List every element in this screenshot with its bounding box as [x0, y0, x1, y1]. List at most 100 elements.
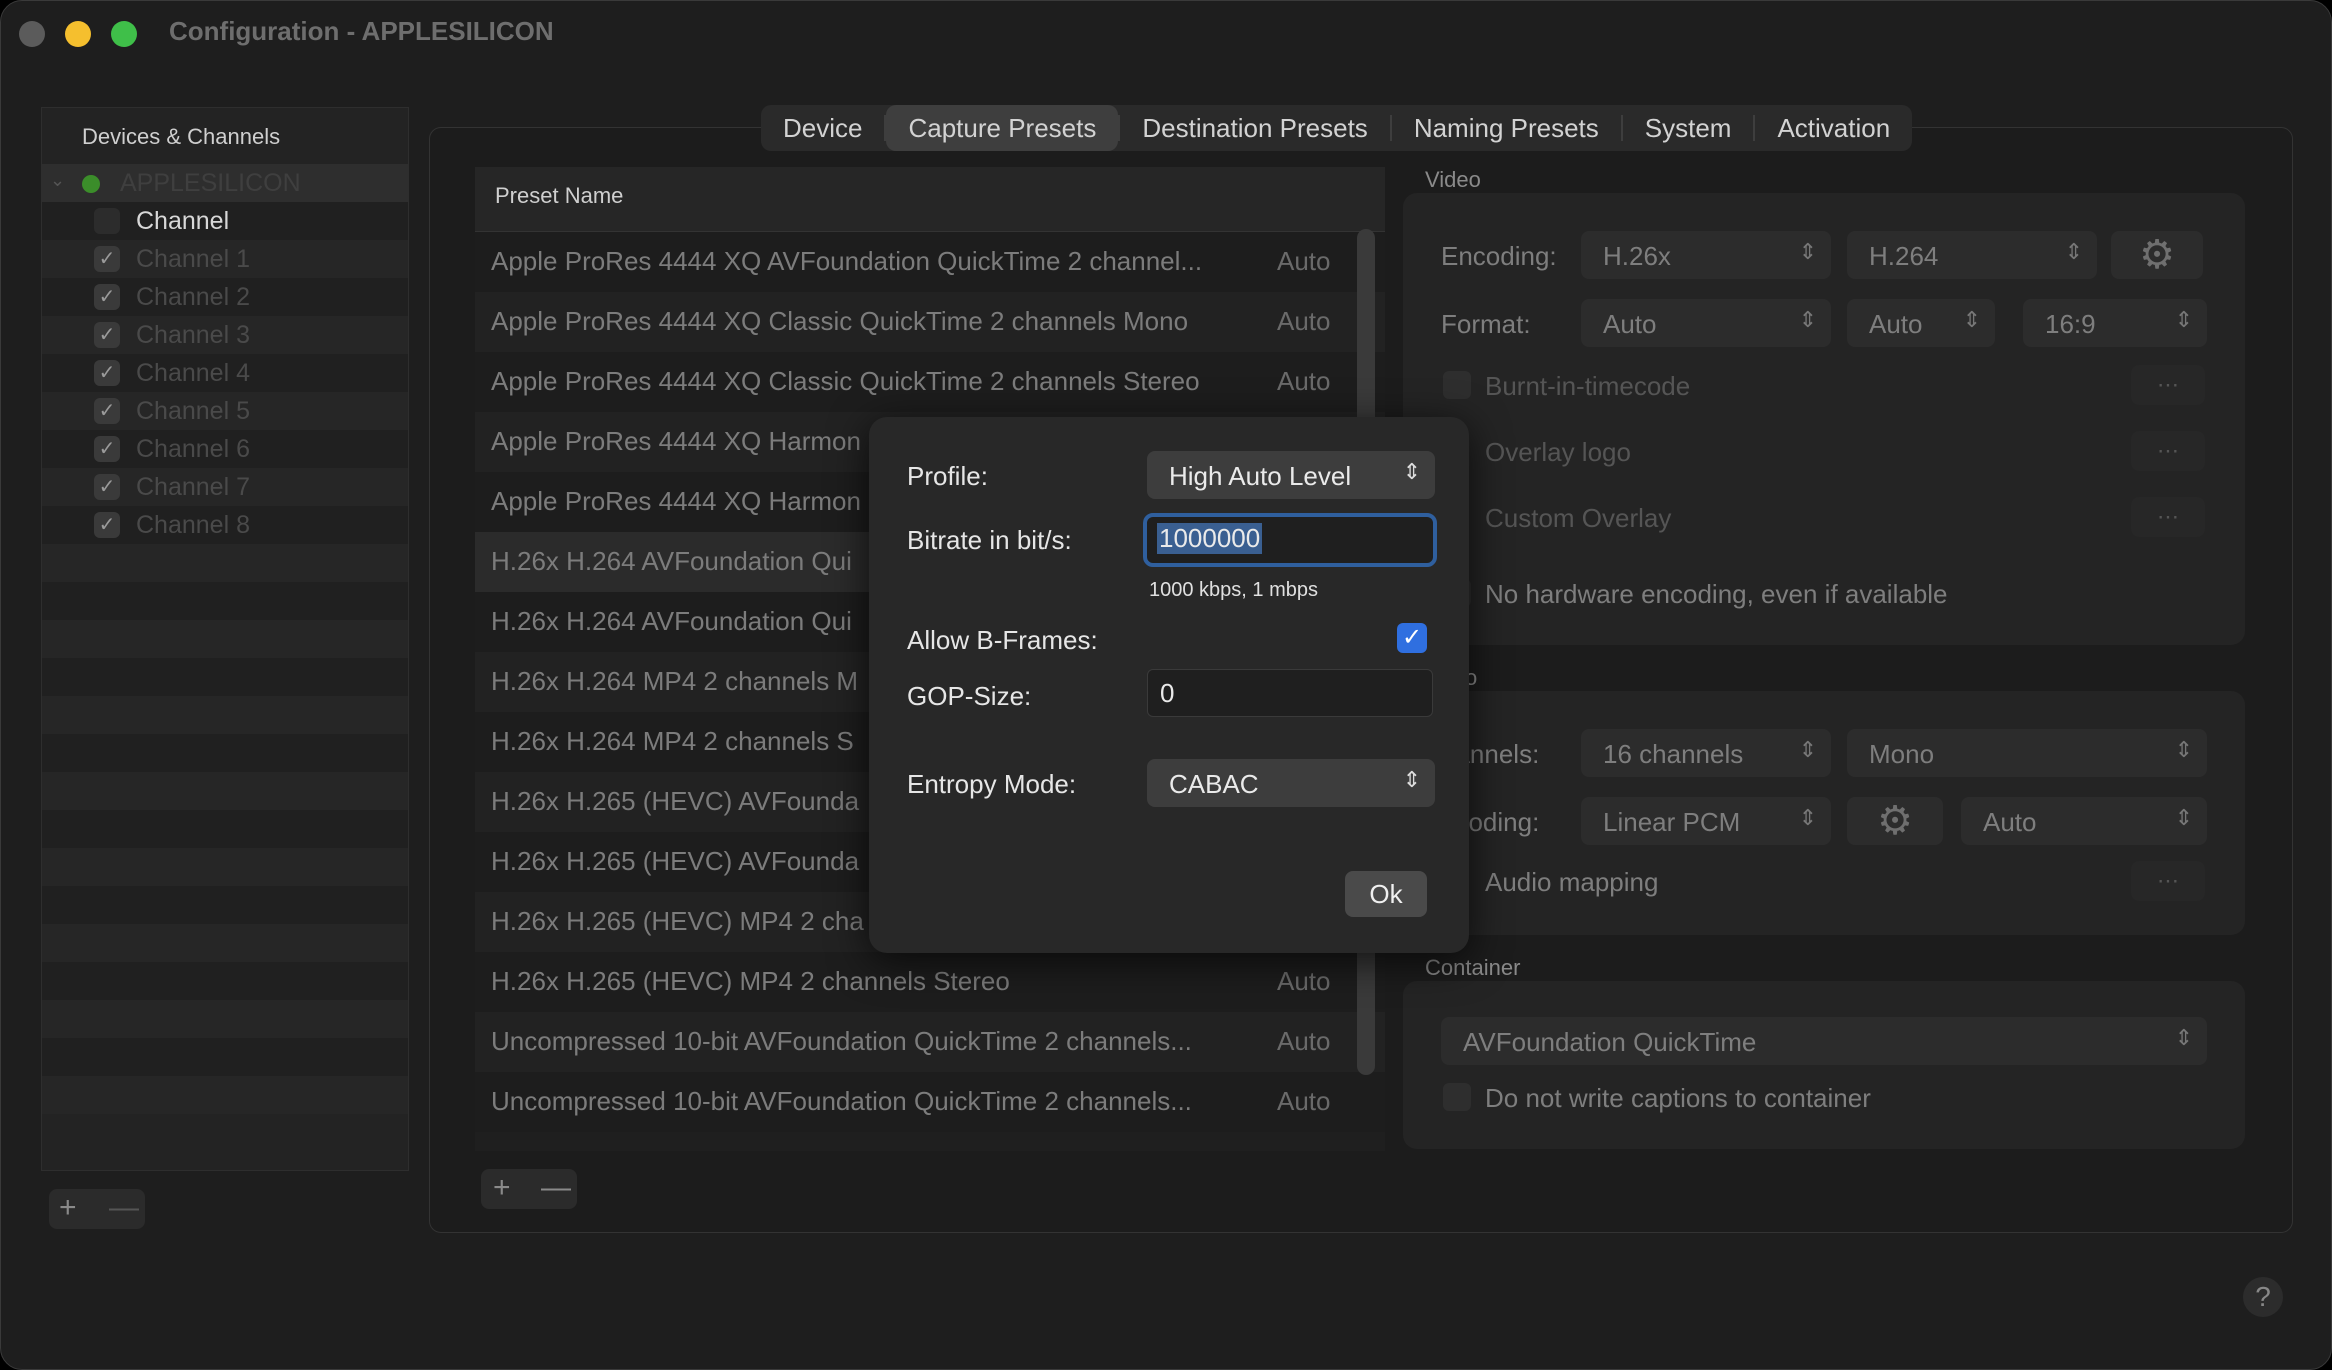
checkmark-icon[interactable]: ✓ [94, 322, 120, 348]
video-encoding-label: Encoding: [1441, 241, 1557, 271]
sidebar-empty-row [42, 1076, 408, 1114]
audio-encoding-select[interactable]: Linear PCM ⇕ [1581, 797, 1831, 845]
bitrate-input[interactable]: 1000000 [1143, 513, 1437, 567]
sidebar-item-device[interactable]: ⌄ APPLESILICON [42, 164, 408, 202]
table-row[interactable]: Apple ProRes 4444 XQ Classic QuickTime 2… [475, 292, 1385, 352]
gop-input[interactable]: 0 [1147, 669, 1433, 717]
more-icon[interactable]: ⋯ [2131, 497, 2205, 537]
tab-capture-presets[interactable]: Capture Presets [886, 105, 1119, 151]
sidebar-empty-row [42, 544, 408, 582]
container-group [1403, 981, 2245, 1149]
tab-activation[interactable]: Activation [1755, 105, 1912, 151]
table-row[interactable]: H.26x H.265 (HEVC) MP4 2 channels Stereo… [475, 952, 1385, 1012]
chevron-updown-icon: ⇕ [1798, 307, 1817, 332]
sidebar-item-channel-8[interactable]: ✓ Channel 8 [42, 506, 408, 544]
sidebar-item-channel[interactable]: Channel [42, 202, 408, 240]
channel-checkbox[interactable] [94, 208, 120, 234]
bitrate-label: Bitrate in bit/s: [907, 525, 1072, 555]
checkmark-icon[interactable]: ✓ [94, 474, 120, 500]
checkmark-icon[interactable]: ✓ [1397, 623, 1427, 653]
checkmark-icon[interactable]: ✓ [94, 360, 120, 386]
sidebar-item-channel-4[interactable]: ✓ Channel 4 [42, 354, 408, 392]
tab-destination-presets[interactable]: Destination Presets [1120, 105, 1389, 151]
sidebar-item-channel-5[interactable]: ✓ Channel 5 [42, 392, 408, 430]
chevron-updown-icon: ⇕ [1962, 307, 1981, 332]
checkmark-icon[interactable]: ✓ [94, 398, 120, 424]
table-row[interactable]: Apple ProRes 4444 XQ Classic QuickTime 2… [475, 352, 1385, 412]
sidebar-empty-row [42, 696, 408, 734]
tab-naming-presets[interactable]: Naming Presets [1392, 105, 1621, 151]
sidebar-item-channel-7[interactable]: ✓ Channel 7 [42, 468, 408, 506]
preset-name: Uncompressed 10-bit AVFoundation QuickTi… [491, 1086, 1192, 1116]
preset-value: Auto [1277, 306, 1331, 336]
no-hw-label: No hardware encoding, even if available [1485, 579, 1948, 609]
chevron-updown-icon: ⇕ [1402, 767, 1421, 792]
sidebar-add-remove: + — [49, 1189, 145, 1229]
help-button[interactable]: ? [2243, 1277, 2283, 1317]
no-captions-checkbox[interactable] [1443, 1083, 1471, 1111]
video-format2-select[interactable]: Auto ⇕ [1847, 299, 1995, 347]
preset-name: H.26x H.264 AVFoundation Qui [491, 606, 852, 636]
profile-select[interactable]: High Auto Level ⇕ [1147, 451, 1435, 499]
preset-name: H.26x H.265 (HEVC) MP4 2 cha [491, 906, 864, 936]
add-preset-button[interactable]: + [493, 1171, 511, 1205]
add-channel-button[interactable]: + [59, 1191, 77, 1225]
burnt-in-checkbox[interactable] [1443, 371, 1471, 399]
sidebar-item-channel-3[interactable]: ✓ Channel 3 [42, 316, 408, 354]
preset-name: Uncompressed 10-bit AVFoundation QuickTi… [491, 1026, 1192, 1056]
entropy-select[interactable]: CABAC ⇕ [1147, 759, 1435, 807]
chevron-down-icon[interactable]: ⌄ [50, 170, 65, 191]
gear-icon[interactable]: ⚙ [1847, 797, 1943, 845]
profile-label: Profile: [907, 461, 988, 491]
remove-preset-button[interactable]: — [541, 1171, 571, 1205]
tab-device[interactable]: Device [761, 105, 884, 151]
tab-system[interactable]: System [1623, 105, 1754, 151]
audio-mode-select[interactable]: Mono ⇕ [1847, 729, 2207, 777]
checkmark-icon[interactable]: ✓ [94, 246, 120, 272]
checkmark-icon[interactable]: ✓ [94, 512, 120, 538]
preset-value: Auto [1277, 1026, 1331, 1056]
more-icon[interactable]: ⋯ [2131, 365, 2205, 405]
sidebar-item-channel-1[interactable]: ✓ Channel 1 [42, 240, 408, 278]
checkmark-icon[interactable]: ✓ [94, 436, 120, 462]
gear-icon[interactable]: ⚙ [2111, 231, 2203, 279]
audio-rate-select[interactable]: Auto ⇕ [1961, 797, 2207, 845]
custom-overlay-label: Custom Overlay [1485, 503, 1672, 533]
table-header[interactable]: Preset Name [475, 167, 1385, 232]
video-format-select[interactable]: Auto ⇕ [1581, 299, 1831, 347]
sidebar-item-label: Channel 6 [136, 435, 250, 463]
minimize-button[interactable] [65, 21, 91, 47]
more-icon[interactable]: ⋯ [2131, 431, 2205, 471]
container-section-label: Container [1425, 955, 1521, 980]
preset-name: Apple ProRes 4444 XQ Classic QuickTime 2… [491, 306, 1189, 336]
preset-name: Apple ProRes 4444 XQ Harmon [491, 426, 861, 456]
preset-name: H.26x H.265 (HEVC) AVFounda [491, 786, 860, 816]
ok-button[interactable]: Ok [1345, 871, 1427, 917]
checkmark-icon[interactable]: ✓ [94, 284, 120, 310]
no-captions-label: Do not write captions to container [1485, 1083, 1871, 1113]
preset-value: Auto [1277, 1086, 1331, 1116]
preset-name: H.26x H.264 MP4 2 channels S [491, 726, 854, 756]
sidebar-empty-row [42, 1000, 408, 1038]
table-row[interactable]: Uncompressed 10-bit AVFoundation QuickTi… [475, 1072, 1385, 1132]
tab-bar: Device Capture Presets Destination Prese… [761, 105, 1913, 151]
maximize-button[interactable] [111, 21, 137, 47]
sidebar-item-channel-6[interactable]: ✓ Channel 6 [42, 430, 408, 468]
sidebar-item-label: Channel 3 [136, 321, 250, 349]
video-aspect-select[interactable]: 16:9 ⇕ [2023, 299, 2207, 347]
gop-label: GOP-Size: [907, 681, 1032, 711]
table-row[interactable]: Apple ProRes 4444 XQ AVFoundation QuickT… [475, 232, 1385, 292]
more-icon[interactable]: ⋯ [2131, 861, 2205, 901]
chevron-updown-icon: ⇕ [2174, 307, 2193, 332]
close-button[interactable] [19, 21, 45, 47]
sidebar-item-channel-2[interactable]: ✓ Channel 2 [42, 278, 408, 316]
container-select[interactable]: AVFoundation QuickTime ⇕ [1441, 1017, 2207, 1065]
audio-channels-select[interactable]: 16 channels ⇕ [1581, 729, 1831, 777]
table-row[interactable]: Uncompressed 10-bit AVFoundation QuickTi… [475, 1012, 1385, 1072]
remove-channel-button[interactable]: — [109, 1191, 139, 1225]
chevron-updown-icon: ⇕ [2174, 1025, 2193, 1050]
column-preset-name[interactable]: Preset Name [495, 183, 623, 209]
video-encoding-select[interactable]: H.26x ⇕ [1581, 231, 1831, 279]
entropy-label: Entropy Mode: [907, 769, 1077, 799]
video-codec-select[interactable]: H.264 ⇕ [1847, 231, 2097, 279]
